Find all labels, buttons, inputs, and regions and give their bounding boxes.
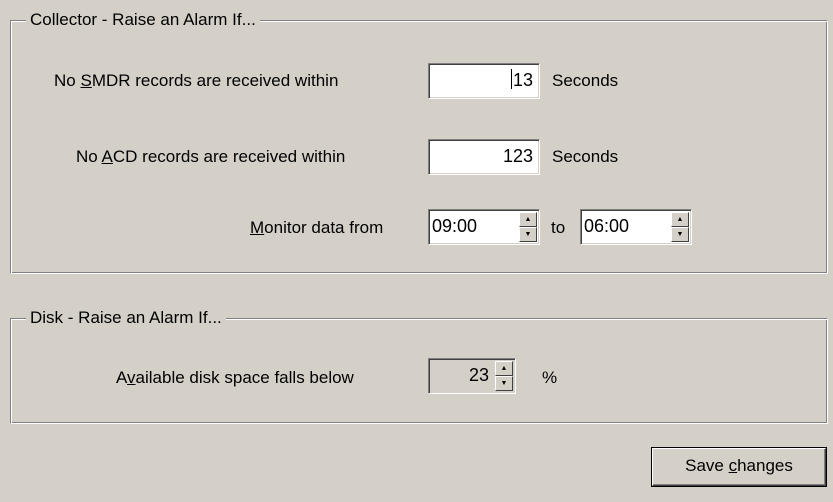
- arrow-down-icon[interactable]: ▼: [519, 227, 537, 242]
- monitor-label: Monitor data from: [250, 218, 384, 237]
- arrow-down-icon[interactable]: ▼: [671, 227, 689, 242]
- smdr-unit-label: Seconds: [552, 71, 619, 90]
- save-changes-button[interactable]: Save changes: [652, 448, 826, 486]
- monitor-from-time-input[interactable]: 09:00 ▲ ▼: [428, 209, 540, 245]
- monitor-to-label: to: [551, 218, 566, 237]
- disk-space-unit-label: %: [542, 368, 558, 387]
- disk-space-percent-input[interactable]: 23 ▲ ▼: [428, 358, 516, 394]
- acd-unit-label: Seconds: [552, 147, 619, 166]
- acd-seconds-input[interactable]: 123: [428, 139, 540, 175]
- disk-space-label: Available disk space falls below: [116, 368, 354, 387]
- arrow-up-icon[interactable]: ▲: [519, 212, 537, 227]
- smdr-seconds-input[interactable]: 13: [428, 63, 540, 99]
- monitor-to-time-input[interactable]: 06:00 ▲ ▼: [580, 209, 692, 245]
- disk-space-spinner[interactable]: ▲ ▼: [495, 361, 513, 391]
- smdr-label: No SMDR records are received within: [54, 71, 339, 90]
- arrow-down-icon[interactable]: ▼: [495, 376, 513, 391]
- collector-group-title: Collector - Raise an Alarm If...: [26, 10, 260, 30]
- disk-group-title: Disk - Raise an Alarm If...: [26, 308, 226, 328]
- monitor-from-spinner[interactable]: ▲ ▼: [519, 212, 537, 242]
- arrow-up-icon[interactable]: ▲: [671, 212, 689, 227]
- acd-label: No ACD records are received within: [76, 147, 346, 166]
- monitor-to-spinner[interactable]: ▲ ▼: [671, 212, 689, 242]
- text-caret: [510, 69, 512, 89]
- arrow-up-icon[interactable]: ▲: [495, 361, 513, 376]
